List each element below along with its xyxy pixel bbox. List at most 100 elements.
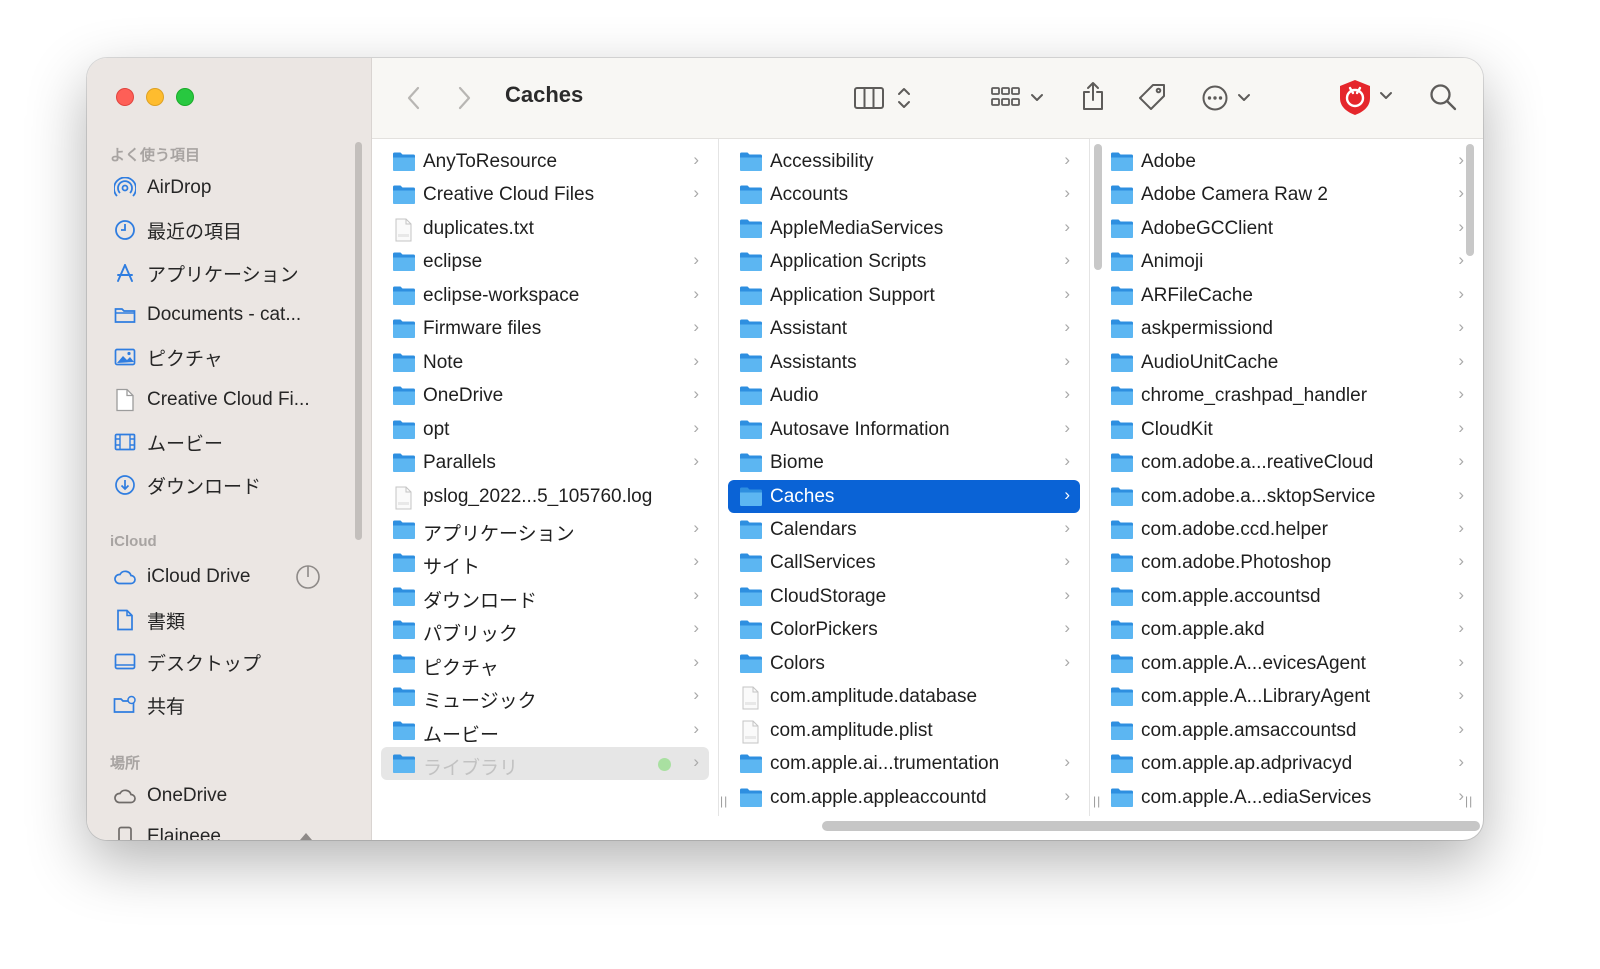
folder-row[interactable]: ムービー ›: [381, 714, 709, 747]
folder-row[interactable]: com.apple.akd ›: [1099, 613, 1474, 646]
folder-row[interactable]: Assistants ›: [728, 346, 1080, 379]
horizontal-scrollbar[interactable]: [822, 821, 1480, 831]
folder-row[interactable]: Firmware files ›: [381, 312, 709, 345]
folder-row[interactable]: AdobeGCClient ›: [1099, 212, 1474, 245]
file-row[interactable]: com.amplitude.database: [728, 680, 1080, 713]
column-resize-handle[interactable]: ||: [1465, 794, 1473, 808]
chevron-right-icon: ›: [693, 350, 699, 370]
folder-row[interactable]: Note ›: [381, 346, 709, 379]
search-button[interactable]: [1426, 80, 1460, 114]
column-home[interactable]: AnyToResource › Creative Cloud Files › dupli…: [372, 139, 718, 816]
column-resize-handle[interactable]: ||: [720, 794, 728, 808]
item-label: com.amplitude.plist: [770, 719, 933, 741]
folder-row[interactable]: Biome ›: [728, 446, 1080, 479]
folder-row[interactable]: com.adobe.Photoshop ›: [1099, 546, 1474, 579]
sidebar-item-documents[interactable]: Documents - cat...: [113, 297, 343, 333]
folder-row[interactable]: Assistant ›: [728, 312, 1080, 345]
folder-row[interactable]: eclipse ›: [381, 245, 709, 278]
folder-row[interactable]: com.apple.A...evicesAgent ›: [1099, 647, 1474, 680]
extension-button[interactable]: [1336, 78, 1400, 116]
sidebar-item-airdrop[interactable]: AirDrop: [113, 170, 343, 206]
folder-row[interactable]: Application Scripts ›: [728, 245, 1080, 278]
sidebar-item-icloud-drive[interactable]: iCloud Drive: [113, 559, 323, 595]
folder-row[interactable]: ライブラリ ›: [381, 747, 709, 781]
sidebar-item-pictures[interactable]: ピクチャ: [113, 339, 343, 375]
view-mode-button[interactable]: [852, 82, 914, 114]
group-by-button[interactable]: [988, 82, 1054, 114]
folder-row[interactable]: chrome_crashpad_handler ›: [1099, 379, 1474, 412]
folder-row[interactable]: アプリケーション ›: [381, 513, 709, 546]
share-button[interactable]: [1078, 78, 1108, 114]
folder-row[interactable]: com.apple.accountsd ›: [1099, 580, 1474, 613]
folder-row[interactable]: AnyToResource ›: [381, 145, 709, 178]
eject-icon[interactable]: [299, 829, 313, 840]
folder-row[interactable]: Creative Cloud Files ›: [381, 178, 709, 211]
folder-row[interactable]: パブリック ›: [381, 613, 709, 646]
folder-row[interactable]: eclipse-workspace ›: [381, 279, 709, 312]
sidebar-item-applications[interactable]: アプリケーション: [113, 255, 343, 291]
zoom-window-button[interactable]: [176, 88, 194, 106]
item-label: OneDrive: [423, 385, 504, 407]
sidebar-item-downloads[interactable]: ダウンロード: [113, 467, 343, 503]
folder-row[interactable]: CloudKit ›: [1099, 413, 1474, 446]
sidebar-item-documents-icloud[interactable]: 書類: [113, 602, 343, 638]
folder-row[interactable]: ColorPickers ›: [728, 613, 1080, 646]
folder-row[interactable]: CallServices ›: [728, 546, 1080, 579]
sidebar-item-recents[interactable]: 最近の項目: [113, 212, 343, 248]
folder-row[interactable]: ARFileCache ›: [1099, 279, 1474, 312]
folder-row[interactable]: Audio ›: [728, 379, 1080, 412]
folder-row[interactable]: ダウンロード ›: [381, 580, 709, 613]
folder-row[interactable]: Colors ›: [728, 647, 1080, 680]
folder-row[interactable]: com.apple.appleaccountd ›: [728, 781, 1080, 814]
folder-row[interactable]: Calendars ›: [728, 513, 1080, 546]
folder-row[interactable]: Application Support ›: [728, 279, 1080, 312]
minimize-window-button[interactable]: [146, 88, 164, 106]
sidebar-item-creative-cloud[interactable]: Creative Cloud Fi...: [113, 382, 343, 418]
folder-row[interactable]: Parallels ›: [381, 446, 709, 479]
back-button[interactable]: [400, 84, 426, 112]
sidebar-item-desktop[interactable]: デスクトップ: [113, 644, 343, 680]
item-label: com.apple.akd: [1141, 619, 1265, 641]
folder-row[interactable]: ミュージック ›: [381, 680, 709, 713]
sidebar-item-onedrive[interactable]: OneDrive: [113, 778, 343, 814]
folder-row[interactable]: com.apple.A...ediaServices ›: [1099, 781, 1474, 814]
folder-row[interactable]: Caches ›: [728, 479, 1080, 513]
sidebar-scrollbar[interactable]: [355, 142, 362, 540]
folder-row[interactable]: ピクチャ ›: [381, 647, 709, 680]
folder-row[interactable]: Accounts ›: [728, 178, 1080, 211]
tag-button[interactable]: [1136, 80, 1168, 114]
folder-row[interactable]: com.apple.amsaccountsd ›: [1099, 714, 1474, 747]
folder-row[interactable]: AudioUnitCache ›: [1099, 346, 1474, 379]
folder-row[interactable]: CloudStorage ›: [728, 580, 1080, 613]
forward-button[interactable]: [452, 84, 478, 112]
folder-row[interactable]: Adobe Camera Raw 2 ›: [1099, 178, 1474, 211]
folder-row[interactable]: com.adobe.ccd.helper ›: [1099, 513, 1474, 546]
folder-row[interactable]: OneDrive ›: [381, 379, 709, 412]
column-resize-handle[interactable]: ||: [1093, 794, 1101, 808]
caches-column-scrollbar[interactable]: [1466, 144, 1474, 256]
file-row[interactable]: duplicates.txt: [381, 212, 709, 245]
column-caches[interactable]: Adobe › Adobe Camera Raw 2 › AdobeGCClient › A…: [1090, 139, 1483, 816]
folder-row[interactable]: サイト ›: [381, 546, 709, 579]
sidebar-item-movies[interactable]: ムービー: [113, 424, 343, 460]
icloud-progress-icon[interactable]: [295, 564, 321, 595]
folder-row[interactable]: opt ›: [381, 413, 709, 446]
folder-row[interactable]: com.apple.ap.adprivacyd ›: [1099, 747, 1474, 780]
file-row[interactable]: pslog_2022...5_105760.log: [381, 480, 709, 513]
folder-row[interactable]: Animoji ›: [1099, 245, 1474, 278]
folder-row[interactable]: AppleMediaServices ›: [728, 212, 1080, 245]
library-column-scrollbar[interactable]: [1094, 144, 1102, 270]
column-library[interactable]: Accessibility › Accounts › AppleMediaService…: [719, 139, 1089, 816]
folder-row[interactable]: com.adobe.a...sktopService ›: [1099, 480, 1474, 513]
folder-row[interactable]: com.apple.ai...trumentation ›: [728, 747, 1080, 780]
folder-row[interactable]: Autosave Information ›: [728, 413, 1080, 446]
more-actions-button[interactable]: [1200, 82, 1260, 114]
file-row[interactable]: com.amplitude.plist: [728, 714, 1080, 747]
folder-row[interactable]: askpermissiond ›: [1099, 312, 1474, 345]
folder-row[interactable]: Adobe ›: [1099, 145, 1474, 178]
folder-row[interactable]: com.apple.A...LibraryAgent ›: [1099, 680, 1474, 713]
folder-row[interactable]: Accessibility ›: [728, 145, 1080, 178]
folder-row[interactable]: com.adobe.a...reativeCloud ›: [1099, 446, 1474, 479]
sidebar-item-shared[interactable]: 共有: [113, 687, 343, 723]
close-window-button[interactable]: [116, 88, 134, 106]
